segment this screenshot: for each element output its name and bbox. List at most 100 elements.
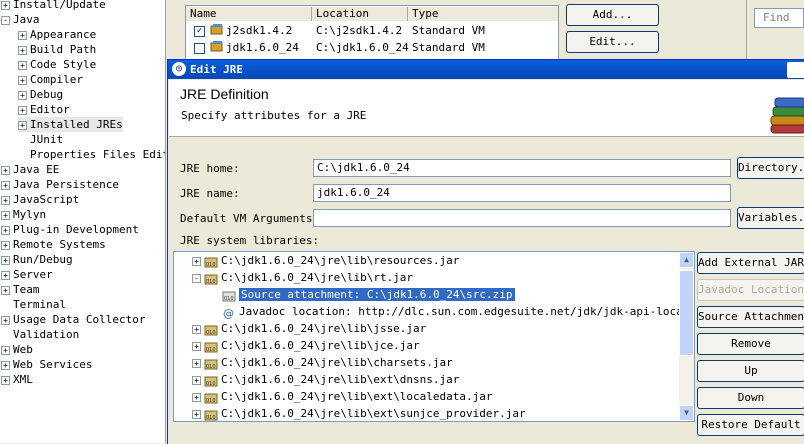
down-button[interactable]: Down	[697, 387, 804, 409]
expand-icon[interactable]: +	[192, 256, 201, 266]
expand-icon[interactable]: +	[18, 90, 27, 100]
expand-icon[interactable]: +	[1, 195, 10, 205]
expand-icon[interactable]: +	[1, 180, 10, 190]
expand-icon[interactable]	[18, 151, 27, 160]
library-item[interactable]: -010 C:\jdk1.6.0_24\jre\lib\rt.jar	[192, 270, 413, 286]
default-jre-checkbox[interactable]	[194, 43, 205, 54]
expand-icon[interactable]: +	[18, 45, 27, 55]
tree-item[interactable]: + Remote Systems	[1, 237, 106, 252]
expand-icon[interactable]: +	[1, 315, 10, 325]
scroll-thumb[interactable]	[679, 270, 694, 356]
expand-icon[interactable]: +	[1, 345, 10, 355]
tree-item[interactable]: - Java	[1, 12, 40, 27]
tree-item[interactable]: + Editor	[18, 102, 70, 117]
tree-item[interactable]: + Team	[1, 282, 40, 297]
javadoc-location-button[interactable]: Javadoc Location...	[697, 279, 804, 301]
collapse-icon[interactable]: -	[192, 273, 201, 283]
tree-item[interactable]: JUnit	[18, 132, 63, 147]
add-jre-button[interactable]: Add...	[566, 4, 659, 26]
library-item[interactable]: +010 C:\jdk1.6.0_24\jre\lib\ext\dnsns.jar	[192, 372, 459, 388]
library-item[interactable]: 010 Source attachment: C:\jdk1.6.0_24\src…	[210, 287, 515, 303]
jre-home-field[interactable]: C:\jdk1.6.0_24	[313, 159, 731, 177]
jre-name-field[interactable]: jdk1.6.0_24	[313, 184, 731, 202]
installed-jres-table[interactable]: Name Location Type ✓ j2sdk1.4.2 C:\j2sdk1.…	[185, 5, 559, 61]
source-attachment-button[interactable]: Source Attachment...	[697, 306, 804, 328]
add-external-jars-button[interactable]: Add External JARs	[697, 252, 804, 274]
expand-icon[interactable]	[210, 291, 219, 300]
tree-item[interactable]: Validation	[1, 327, 79, 342]
expand-icon[interactable]: +	[18, 105, 27, 115]
vm-args-field[interactable]	[313, 209, 731, 227]
expand-icon[interactable]: +	[1, 165, 10, 175]
expand-icon[interactable]: +	[192, 375, 201, 385]
library-item[interactable]: +010 C:\jdk1.6.0_24\jre\lib\charsets.jar	[192, 355, 453, 371]
expand-icon[interactable]: +	[192, 409, 201, 419]
remove-button[interactable]: Remove	[697, 333, 804, 355]
tree-item[interactable]: + Mylyn	[1, 207, 46, 222]
tree-item[interactable]: Terminal	[1, 297, 66, 312]
tree-item[interactable]: + Installed JREs	[18, 117, 123, 132]
scroll-down-arrow[interactable]: ▼	[679, 405, 694, 421]
minimize-button[interactable]	[787, 62, 804, 78]
library-item[interactable]: +010 C:\jdk1.6.0_24\jre\lib\jsse.jar	[192, 321, 426, 337]
scroll-up-arrow[interactable]: ▲	[679, 252, 694, 268]
tree-item[interactable]: + Usage Data Collector	[1, 312, 145, 327]
expand-icon[interactable]: +	[192, 358, 201, 368]
libraries-scrollbar[interactable]: ▲ ▼	[679, 252, 694, 421]
expand-icon[interactable]: +	[192, 324, 201, 334]
expand-icon[interactable]: +	[1, 360, 10, 370]
expand-icon[interactable]	[1, 301, 10, 310]
tree-item[interactable]: + Appearance	[18, 27, 96, 42]
expand-icon[interactable]: +	[1, 225, 10, 235]
expand-icon[interactable]: +	[1, 270, 10, 280]
library-item[interactable]: @ Javadoc location: http://dlc.sun.com.ed…	[210, 304, 694, 320]
column-header-name[interactable]: Name	[186, 7, 312, 21]
expand-icon[interactable]: +	[18, 75, 27, 85]
expand-icon[interactable]	[18, 136, 27, 145]
tree-item[interactable]: + Plug-in Development	[1, 222, 139, 237]
tree-item[interactable]: + Web Services	[1, 357, 92, 372]
expand-icon[interactable]	[210, 308, 219, 317]
expand-icon[interactable]: +	[18, 30, 27, 40]
expand-icon[interactable]: +	[1, 285, 10, 295]
tree-item[interactable]: + Java Persistence	[1, 177, 119, 192]
tree-item[interactable]: + Build Path	[18, 42, 96, 57]
tree-item[interactable]: + XML	[1, 372, 33, 387]
expand-icon[interactable]	[1, 331, 10, 340]
tree-item[interactable]: Properties Files Edit	[18, 147, 165, 162]
tree-item[interactable]: + Web	[1, 342, 33, 357]
dialog-titlebar[interactable]: ◎ Edit JRE	[168, 60, 804, 79]
library-item[interactable]: +010 C:\jdk1.6.0_24\jre\lib\ext\sunjce_pr…	[192, 406, 526, 421]
expand-icon[interactable]: +	[1, 375, 10, 385]
library-item[interactable]: +010 C:\jdk1.6.0_24\jre\lib\ext\localedat…	[192, 389, 493, 405]
expand-icon[interactable]: +	[1, 210, 10, 220]
expand-icon[interactable]: +	[192, 392, 201, 402]
expand-icon[interactable]: +	[1, 0, 10, 10]
expand-icon[interactable]: +	[1, 240, 10, 250]
tree-item[interactable]: + Compiler	[18, 72, 83, 87]
library-item[interactable]: +010 C:\jdk1.6.0_24\jre\lib\resources.jar	[192, 253, 459, 269]
library-item[interactable]: +010 C:\jdk1.6.0_24\jre\lib\jce.jar	[192, 338, 420, 354]
tree-item[interactable]: + Code Style	[18, 57, 96, 72]
restore-default-button[interactable]: Restore Default	[697, 414, 804, 436]
column-header-type[interactable]: Type	[408, 7, 558, 21]
table-row[interactable]: jdk1.6.0_24 C:\jdk1.6.0_24 Standard VM	[186, 40, 558, 56]
table-row[interactable]: ✓ j2sdk1.4.2 C:\j2sdk1.4.2 Standard VM	[186, 23, 558, 39]
tree-item[interactable]: + Install/Update	[1, 0, 106, 12]
expand-icon[interactable]: +	[1, 255, 10, 265]
tree-item[interactable]: + Server	[1, 267, 53, 282]
expand-icon[interactable]: +	[18, 60, 27, 70]
tree-item[interactable]: + JavaScript	[1, 192, 79, 207]
expand-icon[interactable]: +	[192, 341, 201, 351]
edit-jre-button[interactable]: Edit...	[566, 31, 659, 53]
up-button[interactable]: Up	[697, 360, 804, 382]
collapse-icon[interactable]: -	[1, 15, 10, 25]
find-input[interactable]: Find	[754, 8, 804, 28]
column-header-location[interactable]: Location	[312, 7, 408, 21]
preferences-tree[interactable]: + Install/Update - Java + Appearance + Build Pa…	[0, 0, 166, 443]
tree-item[interactable]: + Debug	[18, 87, 63, 102]
variables-button[interactable]: Variables...	[737, 207, 804, 229]
default-jre-checkbox[interactable]: ✓	[194, 26, 205, 37]
jre-libraries-tree[interactable]: +010 C:\jdk1.6.0_24\jre\lib\resources.jar…	[173, 251, 695, 422]
tree-item[interactable]: + Run/Debug	[1, 252, 73, 267]
